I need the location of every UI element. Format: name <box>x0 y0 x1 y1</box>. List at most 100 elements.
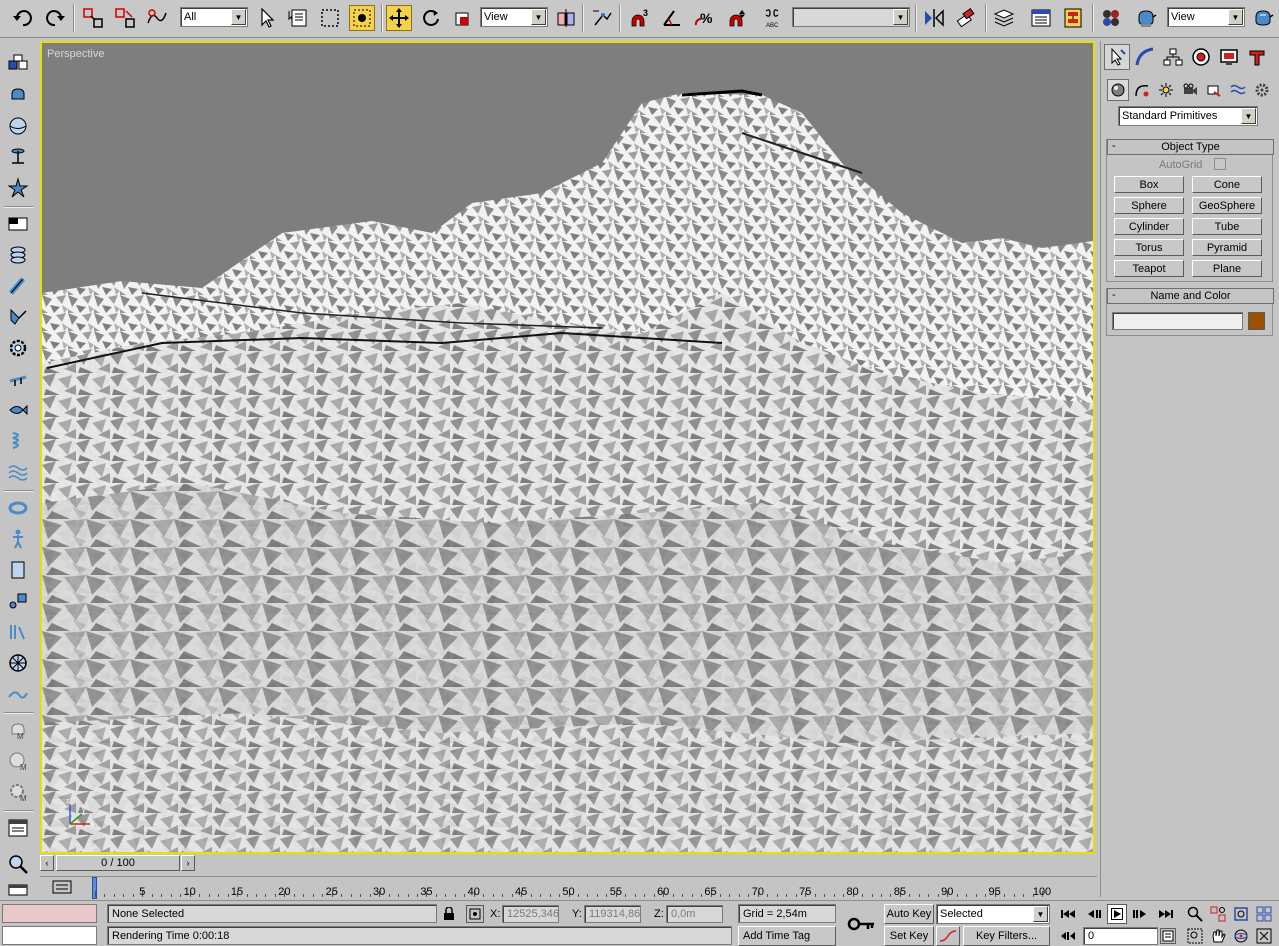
angle-snap-icon[interactable] <box>659 5 685 31</box>
x-coordinate-field[interactable]: 12525,346 <box>502 905 559 923</box>
maximize-viewport-icon[interactable] <box>1254 927 1274 945</box>
pyramid-button[interactable]: Pyramid <box>1192 239 1262 256</box>
create-fish-icon[interactable] <box>5 397 31 423</box>
render-scene-icon[interactable] <box>1133 5 1159 31</box>
motion-tab-icon[interactable] <box>1188 44 1214 70</box>
current-frame-input[interactable]: 0 <box>1083 927 1158 945</box>
create-gear-icon[interactable] <box>5 335 31 361</box>
slider-next-icon[interactable]: › <box>181 855 195 871</box>
select-object-icon[interactable] <box>254 5 280 31</box>
key-mode-dropdown[interactable]: Selected ▼ <box>936 904 1050 924</box>
teapot-button[interactable]: Teapot <box>1114 260 1184 277</box>
previous-frame-icon[interactable] <box>1083 906 1105 922</box>
mini-curve-editor-icon[interactable] <box>52 879 72 895</box>
reference-coord-dropdown[interactable]: View ▼ <box>480 7 548 27</box>
tube-button[interactable]: Tube <box>1192 218 1262 235</box>
next-frame-icon[interactable] <box>1129 906 1151 922</box>
create-ring-icon[interactable] <box>5 495 31 521</box>
time-slider-thumb[interactable]: 0 / 100 <box>56 855 180 871</box>
create-teapot-icon[interactable] <box>5 82 31 108</box>
create-bone-icon[interactable] <box>5 366 31 392</box>
percent-snap-icon[interactable]: % <box>692 5 718 31</box>
plane-button[interactable]: Plane <box>1192 260 1262 277</box>
create-tube-icon[interactable] <box>5 273 31 299</box>
cylinder-button[interactable]: Cylinder <box>1114 218 1184 235</box>
create-geometry-icon[interactable] <box>5 51 31 77</box>
sphere-button[interactable]: Sphere <box>1114 197 1184 214</box>
box-button[interactable]: Box <box>1114 176 1184 193</box>
create-path-icon[interactable] <box>5 681 31 707</box>
align-icon[interactable] <box>953 5 979 31</box>
create-cylinder-icon[interactable] <box>5 144 31 170</box>
zoom-tool-icon[interactable] <box>5 851 31 877</box>
helpers-category-icon[interactable] <box>1203 79 1225 101</box>
zoom-icon[interactable] <box>1185 905 1205 923</box>
name-and-color-rollout-header[interactable]: - Name and Color <box>1107 288 1274 304</box>
spinner-snap-icon[interactable] <box>724 5 750 31</box>
create-lathe-icon[interactable] <box>5 304 31 330</box>
space-warps-category-icon[interactable] <box>1227 79 1249 101</box>
pan-hand-icon[interactable] <box>1208 927 1228 945</box>
z-coordinate-field[interactable]: 0,0m <box>666 905 723 923</box>
arc-rotate-icon[interactable] <box>1231 927 1251 945</box>
viewport-label[interactable]: Perspective <box>47 48 104 60</box>
select-manipulate-icon[interactable] <box>589 5 615 31</box>
display-tab-icon[interactable] <box>1216 44 1242 70</box>
maxscript-input[interactable] <box>2 926 97 945</box>
time-slider[interactable]: ‹ 0 / 100 › <box>40 854 1097 872</box>
go-to-end-icon[interactable] <box>1155 906 1177 922</box>
create-star-icon[interactable] <box>5 175 31 201</box>
y-coordinate-field[interactable]: 119314,86 <box>584 905 641 923</box>
object-type-rollout-header[interactable]: - Object Type <box>1107 139 1274 155</box>
use-pivot-center-icon[interactable] <box>553 5 579 31</box>
utilities-tab-icon[interactable] <box>1244 44 1270 70</box>
mirror-icon[interactable] <box>921 5 947 31</box>
undo-icon[interactable] <box>10 5 36 31</box>
create-tab-icon[interactable] <box>1104 44 1130 70</box>
snaps-toggle-icon[interactable]: 3 <box>626 5 652 31</box>
default-in-out-tangent-icon[interactable] <box>936 926 960 946</box>
schematic-view-icon[interactable] <box>1060 5 1086 31</box>
select-by-name-icon[interactable] <box>285 5 311 31</box>
select-rotate-icon[interactable] <box>418 5 444 31</box>
create-biped-icon[interactable] <box>5 526 31 552</box>
object-name-input[interactable] <box>1112 312 1243 330</box>
select-move-icon[interactable] <box>386 5 412 31</box>
render-type-dropdown[interactable]: View ▼ <box>1167 7 1245 27</box>
named-selection-dropdown[interactable]: ▼ <box>792 7 910 27</box>
quick-render-icon[interactable] <box>1250 5 1276 31</box>
window-crossing-icon[interactable] <box>349 5 375 31</box>
create-stack-icon[interactable] <box>5 242 31 268</box>
time-configuration-icon[interactable] <box>1160 928 1176 944</box>
slider-prev-icon[interactable]: ‹ <box>40 855 54 871</box>
lock-selection-icon[interactable] <box>441 905 457 923</box>
hierarchy-tab-icon[interactable] <box>1160 44 1186 70</box>
listener-window-icon[interactable] <box>5 815 31 841</box>
zoom-all-icon[interactable] <box>1208 905 1228 923</box>
create-helix-icon[interactable] <box>5 428 31 454</box>
unlink-icon[interactable] <box>112 5 138 31</box>
create-box-icon[interactable] <box>5 557 31 583</box>
set-keys-key-icon[interactable] <box>843 906 879 942</box>
selection-filter-dropdown[interactable]: All ▼ <box>180 7 248 27</box>
key-filters-button[interactable]: Key Filters... <box>963 926 1050 946</box>
modifier-sphere-m-icon[interactable]: M <box>5 748 31 774</box>
modifier-teapot-m-icon[interactable]: M <box>5 717 31 743</box>
shapes-category-icon[interactable] <box>1131 79 1153 101</box>
create-shapes-icon[interactable] <box>5 588 31 614</box>
create-wave-icon[interactable] <box>5 459 31 485</box>
create-plane-icon[interactable] <box>5 211 31 237</box>
rect-selection-icon[interactable] <box>317 5 343 31</box>
perspective-viewport[interactable]: Perspective z x y <box>40 41 1095 854</box>
redo-icon[interactable] <box>42 5 68 31</box>
absolute-mode-icon[interactable] <box>466 905 484 923</box>
region-zoom-icon[interactable] <box>1185 927 1205 945</box>
play-icon[interactable] <box>1107 904 1127 924</box>
curve-editor-icon[interactable] <box>1028 5 1054 31</box>
create-wheel-icon[interactable] <box>5 650 31 676</box>
track-bar[interactable]: 5 10 15 20 25 30 35 40 45 50 55 60 65 70 75 80 85 90 95 100 <box>40 876 1097 899</box>
torus-button[interactable]: Torus <box>1114 239 1184 256</box>
cone-button[interactable]: Cone <box>1192 176 1262 193</box>
zoom-extents-all-icon[interactable] <box>1254 905 1274 923</box>
lights-category-icon[interactable] <box>1155 79 1177 101</box>
